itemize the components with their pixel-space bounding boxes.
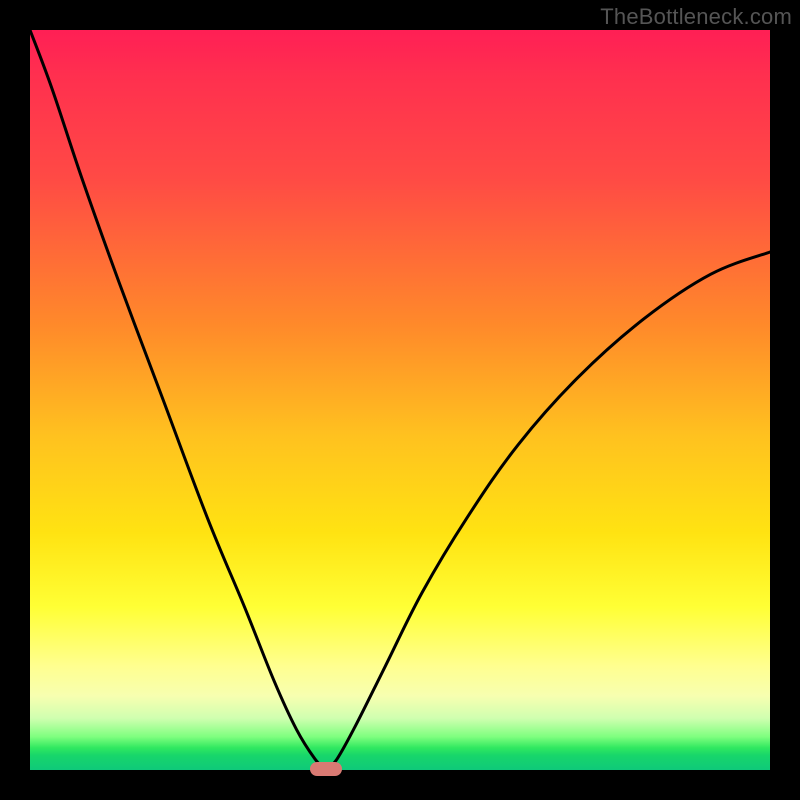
- plot-area: [30, 30, 770, 770]
- chart-frame: TheBottleneck.com: [0, 0, 800, 800]
- bottleneck-curve-left: [30, 30, 326, 770]
- bottleneck-curve-right: [326, 252, 770, 770]
- curve-svg: [30, 30, 770, 770]
- minimum-marker: [310, 762, 342, 776]
- watermark-text: TheBottleneck.com: [600, 4, 792, 30]
